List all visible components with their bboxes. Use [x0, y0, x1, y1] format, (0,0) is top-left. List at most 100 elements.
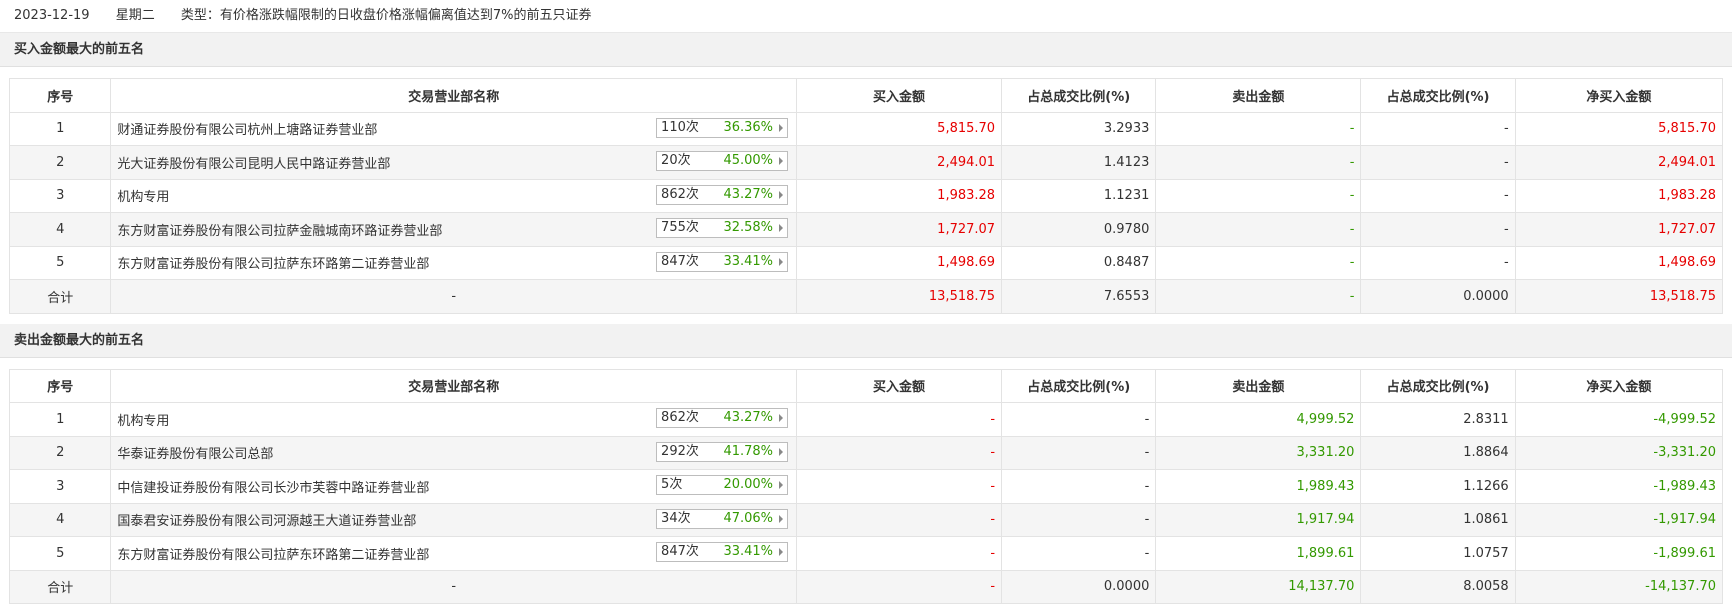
net-buy-amount: -4,999.52	[1514, 402, 1724, 437]
sell-amount: 3,331.20	[1155, 435, 1362, 470]
branch-cell: 华泰证券股份有限公司总部 292次 41.78%	[110, 435, 798, 470]
total-sell-ratio: 8.0058	[1360, 569, 1516, 604]
buy-ratio: -	[1001, 402, 1157, 437]
branch-cell: 中信建投证券股份有限公司长沙市芙蓉中路证券营业部 5次 20.00%	[110, 469, 798, 504]
col-sell-amount: 卖出金额	[1155, 78, 1362, 113]
sell-table-header: 序号 交易营业部名称 买入金额 占总成交比例(%) 卖出金额 占总成交比例(%)…	[8, 368, 1724, 403]
col-buy-ratio: 占总成交比例(%)	[1001, 368, 1157, 403]
branch-name[interactable]: 光大证券股份有限公司昆明人民中路证券营业部	[117, 157, 390, 172]
trade-weekday: 星期二	[115, 8, 155, 23]
table-row: 5 东方财富证券股份有限公司拉萨东环路第二证券营业部 847次 33.41% - -1,8…	[8, 536, 1724, 571]
trade-type: 类型：有价格涨跌幅限制的日收盘价格涨幅偏离值达到7%的前五只证券	[180, 8, 592, 23]
buy-amount: -	[796, 469, 1003, 504]
col-net-buy: 净买入金额	[1514, 78, 1724, 113]
buy-amount: 1,983.28	[796, 178, 1003, 213]
col-branch-name: 交易营业部名称	[110, 78, 798, 113]
row-no: 2	[8, 435, 112, 470]
col-buy-ratio: 占总成交比例(%)	[1001, 78, 1157, 113]
page-header: 2023-12-19 星期二 类型：有价格涨跌幅限制的日收盘价格涨幅偏离值达到7…	[0, 0, 1732, 33]
branch-name[interactable]: 华泰证券股份有限公司总部	[117, 447, 273, 462]
branch-name[interactable]: 财通证券股份有限公司杭州上塘路证券营业部	[117, 123, 377, 138]
win-rate: 33.41%	[723, 253, 774, 269]
buy-amount: 5,815.70	[796, 111, 1003, 146]
table-row: 4 东方财富证券股份有限公司拉萨金融城南环路证券营业部 755次 32.58% 1,72…	[8, 212, 1724, 247]
win-rate: 36.36%	[723, 119, 774, 135]
caret-right-icon	[779, 481, 784, 489]
listing-count: 847次	[661, 253, 699, 269]
total-net-buy: -14,137.70	[1514, 569, 1724, 604]
buy-ratio: 0.9780	[1001, 212, 1157, 247]
buy-ratio: -	[1001, 469, 1157, 504]
branch-stats-badge[interactable]: 847次 33.41%	[656, 251, 789, 272]
branch-stats-badge[interactable]: 292次 41.78%	[656, 441, 789, 462]
col-branch-name: 交易营业部名称	[110, 368, 798, 403]
net-buy-amount: -1,899.61	[1514, 536, 1724, 571]
buy-ratio: -	[1001, 536, 1157, 571]
buy-amount: -	[796, 536, 1003, 571]
sell-ratio: 1.0757	[1360, 536, 1516, 571]
buy-ratio: -	[1001, 435, 1157, 470]
net-buy-amount: 1,498.69	[1514, 245, 1724, 280]
win-rate: 45.00%	[723, 153, 774, 168]
table-row: 2 华泰证券股份有限公司总部 292次 41.78% - -3,331.20 1.8864-…	[8, 435, 1724, 470]
buy-ratio: -	[1001, 502, 1157, 537]
buy-amount: -	[796, 402, 1003, 437]
row-no: 5	[8, 536, 112, 571]
table-row: 5 东方财富证券股份有限公司拉萨东环路第二证券营业部 847次 33.41% 1,498…	[8, 245, 1724, 280]
branch-name[interactable]: 东方财富证券股份有限公司拉萨金融城南环路证券营业部	[117, 224, 442, 239]
branch-name[interactable]: 机构专用	[117, 190, 169, 205]
total-row: 合计 - -0.0000 14,137.70 8.0058 -14,137.70	[8, 569, 1724, 604]
branch-stats-badge[interactable]: 5次 20.00%	[656, 475, 789, 495]
branch-name[interactable]: 机构专用	[117, 414, 169, 429]
branch-cell: 东方财富证券股份有限公司拉萨东环路第二证券营业部 847次 33.41%	[110, 245, 798, 280]
sell-amount: 1,989.43	[1155, 469, 1362, 504]
sell-ratio: -	[1360, 245, 1516, 280]
win-rate: 20.00%	[723, 477, 774, 492]
sell-ratio: 1.1266	[1360, 469, 1516, 504]
row-no: 1	[8, 402, 112, 437]
buy-amount: 2,494.01	[796, 145, 1003, 180]
total-row: 合计 -13,518.75 7.6553-0.0000 13,518.75	[8, 279, 1724, 314]
table-row: 1 财通证券股份有限公司杭州上塘路证券营业部 110次 36.36% 5,815.70 3…	[8, 111, 1724, 146]
branch-cell: 机构专用 862次 43.27%	[110, 402, 798, 437]
row-no: 1	[8, 111, 112, 146]
branch-cell: 东方财富证券股份有限公司拉萨东环路第二证券营业部 847次 33.41%	[110, 536, 798, 571]
caret-right-icon	[779, 123, 784, 132]
win-rate: 43.27%	[723, 410, 774, 425]
branch-name[interactable]: 东方财富证券股份有限公司拉萨东环路第二证券营业部	[117, 257, 429, 272]
branch-stats-badge[interactable]: 110次 36.36%	[656, 117, 789, 138]
col-no: 序号	[8, 368, 112, 403]
buy-ratio: 0.8487	[1001, 245, 1157, 280]
total-label: 合计	[8, 569, 112, 604]
branch-stats-badge[interactable]: 20次 45.00%	[656, 151, 789, 171]
row-no: 2	[8, 145, 112, 180]
trade-date: 2023-12-19	[14, 8, 90, 23]
caret-right-icon	[779, 257, 784, 266]
net-buy-amount: 1,727.07	[1514, 212, 1724, 247]
table-row: 3 机构专用 862次 43.27% 1,983.28 1.1231- -1,983.28	[8, 178, 1724, 213]
sell-ratio: 2.8311	[1360, 402, 1516, 437]
branch-stats-badge[interactable]: 862次 43.27%	[656, 408, 789, 428]
net-buy-amount: 5,815.70	[1514, 111, 1724, 146]
row-no: 3	[8, 178, 112, 213]
branch-stats-badge[interactable]: 862次 43.27%	[656, 184, 789, 205]
buy-amount: 1,498.69	[796, 245, 1003, 280]
branch-stats-badge[interactable]: 34次 47.06%	[656, 508, 789, 529]
total-branch: -	[110, 279, 798, 314]
listing-count: 292次	[661, 443, 699, 459]
total-label: 合计	[8, 279, 112, 314]
net-buy-amount: 1,983.28	[1514, 178, 1724, 213]
caret-right-icon	[779, 548, 784, 556]
branch-name[interactable]: 中信建投证券股份有限公司长沙市芙蓉中路证券营业部	[117, 481, 429, 496]
branch-name[interactable]: 东方财富证券股份有限公司拉萨东环路第二证券营业部	[117, 548, 429, 563]
total-buy-ratio: 0.0000	[1001, 569, 1157, 604]
total-buy-amount: 13,518.75	[796, 279, 1003, 314]
buy-ratio: 1.4123	[1001, 145, 1157, 180]
branch-stats-badge[interactable]: 847次 33.41%	[656, 542, 789, 562]
buy-amount: -	[796, 502, 1003, 537]
buy-ratio: 3.2933	[1001, 111, 1157, 146]
caret-right-icon	[779, 414, 784, 422]
branch-name[interactable]: 国泰君安证券股份有限公司河源越王大道证券营业部	[117, 514, 416, 529]
branch-stats-badge[interactable]: 755次 32.58%	[656, 218, 789, 238]
sell-section-title: 卖出金额最大的前五名	[0, 323, 1732, 358]
